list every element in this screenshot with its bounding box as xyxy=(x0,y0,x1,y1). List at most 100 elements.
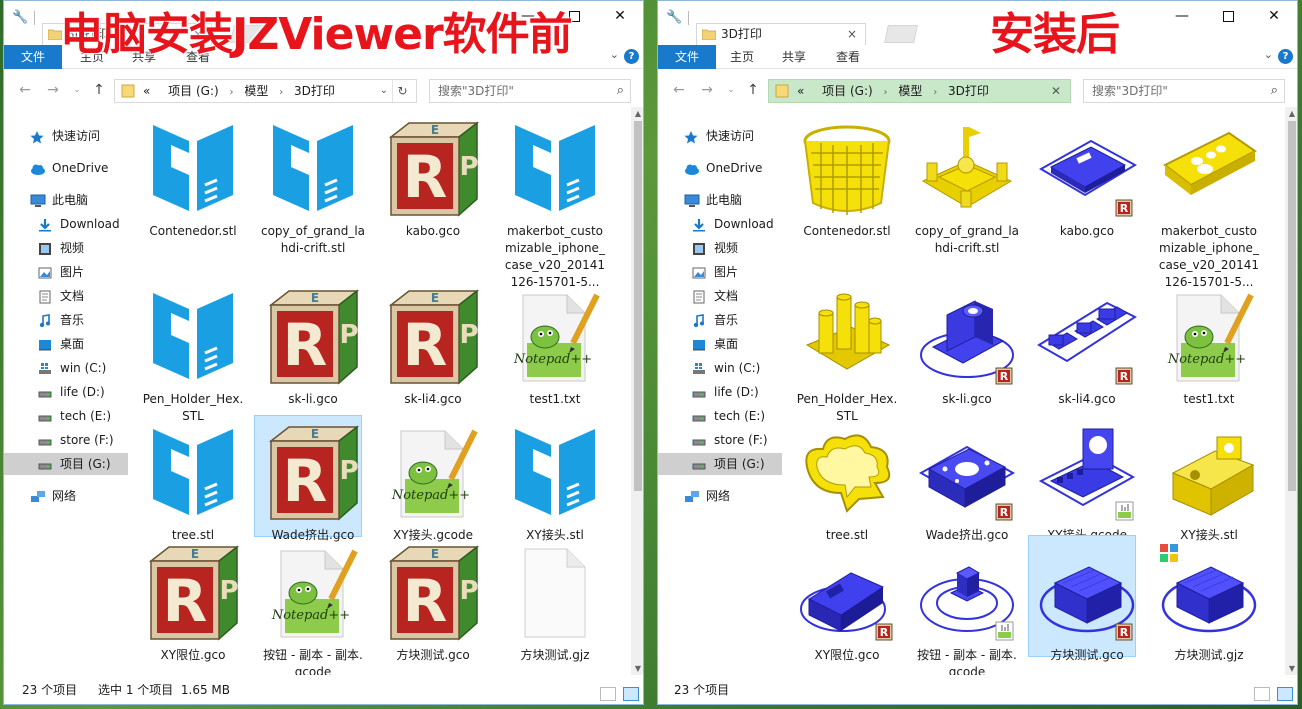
breadcrumb-3d-print[interactable]: 3D打印 xyxy=(948,84,989,98)
details-view-icon[interactable] xyxy=(1254,686,1271,701)
file-item[interactable]: Pen_Holder_Hex.STL xyxy=(138,287,248,425)
file-item[interactable]: Pen_Holder_Hex.STL xyxy=(792,287,902,425)
nav-item-14[interactable]: 网络 xyxy=(4,485,128,507)
back-arrow-icon[interactable]: ← xyxy=(16,80,34,100)
minimize-button[interactable]: — xyxy=(1159,3,1205,29)
nav-item-12[interactable]: store (F:) xyxy=(658,429,782,451)
file-item[interactable]: R sk-li4.gco xyxy=(1032,287,1142,408)
search-input[interactable]: 搜索"3D打印" ⌕ xyxy=(429,79,631,103)
search-icon[interactable]: ⌕ xyxy=(1271,80,1278,102)
up-arrow-icon[interactable]: ↑ xyxy=(744,80,762,100)
breadcrumb-3d-print[interactable]: 3D打印 xyxy=(294,84,335,98)
nav-item-2[interactable]: 此电脑 xyxy=(658,189,782,211)
file-item[interactable]: R P E kabo.gco xyxy=(378,119,488,240)
chevron-down-icon[interactable]: ⌄ xyxy=(380,80,388,102)
breadcrumb-drive[interactable]: 项目 (G:) xyxy=(168,84,219,98)
ribbon-file-tab[interactable]: 文件 xyxy=(658,45,716,69)
help-icon[interactable]: ? xyxy=(1278,49,1293,64)
file-item[interactable]: 按钮 - 副本 - 副本.gcode xyxy=(912,543,1022,675)
file-item[interactable]: R P E sk-li4.gco xyxy=(378,287,488,408)
file-item[interactable]: R sk-li.gco xyxy=(912,287,1022,408)
back-arrow-icon[interactable]: ← xyxy=(670,80,688,100)
scroll-up-icon[interactable]: ▲ xyxy=(631,109,643,118)
nav-item-7[interactable]: 音乐 xyxy=(658,309,782,331)
nav-item-13[interactable]: 项目 (G:) xyxy=(4,453,128,475)
scroll-down-icon[interactable]: ▼ xyxy=(1285,664,1297,673)
address-bar[interactable]: « 项目 (G:) › 模型 › 3D打印 ✕ xyxy=(768,79,1071,103)
chevron-right-icon[interactable]: › xyxy=(933,87,937,98)
nav-item-4[interactable]: 视频 xyxy=(658,237,782,259)
forward-arrow-icon[interactable]: → xyxy=(44,80,62,100)
file-item[interactable]: Notepad++ XY接头.gcode xyxy=(378,423,488,544)
file-item[interactable]: R 方块测试.gco xyxy=(1028,535,1142,664)
nav-item-3[interactable]: Download xyxy=(4,213,128,235)
nav-item-0[interactable]: 快速访问 xyxy=(658,125,782,147)
address-bar[interactable]: « 项目 (G:) › 模型 › 3D打印 ⌄ ↻ xyxy=(114,79,417,103)
file-item[interactable]: Notepad++ test1.txt xyxy=(500,287,610,408)
file-item[interactable]: R Wade挤出.gco xyxy=(912,423,1022,544)
refresh-icon[interactable]: ↻ xyxy=(392,80,412,102)
search-input[interactable]: 搜索"3D打印" ⌕ xyxy=(1083,79,1285,103)
nav-item-13[interactable]: 项目 (G:) xyxy=(658,453,782,475)
nav-item-0[interactable]: 快速访问 xyxy=(4,125,128,147)
close-tab-icon[interactable]: × xyxy=(847,24,857,44)
chevron-down-icon[interactable]: ⌄ xyxy=(722,80,740,100)
file-item[interactable]: R P E sk-li.gco xyxy=(258,287,368,408)
breadcrumb-overflow[interactable]: « xyxy=(143,84,150,98)
scrollbar-thumb[interactable] xyxy=(634,121,642,491)
file-item[interactable]: Contenedor.stl xyxy=(138,119,248,240)
breadcrumb-drive[interactable]: 项目 (G:) xyxy=(822,84,873,98)
scroll-down-icon[interactable]: ▼ xyxy=(631,664,643,673)
breadcrumb-overflow[interactable]: « xyxy=(797,84,804,98)
file-item[interactable]: makerbot_customizable_iphone_case_v20_20… xyxy=(500,119,610,291)
clear-address-icon[interactable]: ✕ xyxy=(1046,80,1066,102)
nav-item-4[interactable]: 视频 xyxy=(4,237,128,259)
chevron-right-icon[interactable]: › xyxy=(279,87,283,98)
file-item[interactable]: 方块测试.gjz xyxy=(500,543,610,664)
vertical-scrollbar[interactable]: ▲ ▼ xyxy=(1285,107,1297,675)
file-item[interactable]: 方块测试.gjz xyxy=(1154,543,1264,664)
file-item[interactable]: copy_of_grand_lahdi-crift.stl xyxy=(258,119,368,257)
chevron-down-icon[interactable]: ⌄ xyxy=(68,80,86,100)
nav-item-10[interactable]: life (D:) xyxy=(4,381,128,403)
search-icon[interactable]: ⌕ xyxy=(617,80,624,102)
nav-item-3[interactable]: Download xyxy=(658,213,782,235)
details-view-icon[interactable] xyxy=(600,686,617,701)
nav-item-1[interactable]: OneDrive xyxy=(4,157,128,179)
nav-item-9[interactable]: win (C:) xyxy=(4,357,128,379)
nav-item-12[interactable]: store (F:) xyxy=(4,429,128,451)
chevron-down-icon[interactable]: ⌄ xyxy=(610,48,619,61)
nav-item-11[interactable]: tech (E:) xyxy=(658,405,782,427)
file-item[interactable]: XY接头.gcode xyxy=(1032,423,1142,544)
nav-item-5[interactable]: 图片 xyxy=(658,261,782,283)
file-item[interactable]: copy_of_grand_lahdi-crift.stl xyxy=(912,119,1022,257)
file-item[interactable]: Notepad++ 按钮 - 副本 - 副本.gcode xyxy=(258,543,368,675)
nav-item-5[interactable]: 图片 xyxy=(4,261,128,283)
file-item[interactable]: XY接头.stl xyxy=(500,423,610,544)
nav-item-8[interactable]: 桌面 xyxy=(4,333,128,355)
new-tab-button[interactable] xyxy=(884,25,918,43)
ribbon-tab-share[interactable]: 共享 xyxy=(782,45,806,69)
up-arrow-icon[interactable]: ↑ xyxy=(90,80,108,100)
nav-item-7[interactable]: 音乐 xyxy=(4,309,128,331)
breadcrumb-models[interactable]: 模型 xyxy=(244,84,268,98)
file-item[interactable]: R P E XY限位.gco xyxy=(138,543,248,664)
nav-item-10[interactable]: life (D:) xyxy=(658,381,782,403)
ribbon-tab-home[interactable]: 主页 xyxy=(730,45,754,69)
nav-item-1[interactable]: OneDrive xyxy=(658,157,782,179)
file-item[interactable]: XY接头.stl xyxy=(1154,423,1264,544)
file-item[interactable]: tree.stl xyxy=(138,423,248,544)
forward-arrow-icon[interactable]: → xyxy=(698,80,716,100)
nav-item-11[interactable]: tech (E:) xyxy=(4,405,128,427)
nav-item-2[interactable]: 此电脑 xyxy=(4,189,128,211)
maximize-button[interactable] xyxy=(1205,3,1251,29)
help-icon[interactable]: ? xyxy=(624,49,639,64)
nav-item-6[interactable]: 文档 xyxy=(4,285,128,307)
large-icons-view-icon[interactable] xyxy=(1277,686,1293,701)
close-button[interactable]: ✕ xyxy=(1251,3,1297,29)
close-button[interactable]: ✕ xyxy=(597,3,643,29)
file-item[interactable]: R XY限位.gco xyxy=(792,543,902,664)
file-item[interactable]: tree.stl xyxy=(792,423,902,544)
large-icons-view-icon[interactable] xyxy=(623,686,639,701)
file-item[interactable]: R kabo.gco xyxy=(1032,119,1142,240)
